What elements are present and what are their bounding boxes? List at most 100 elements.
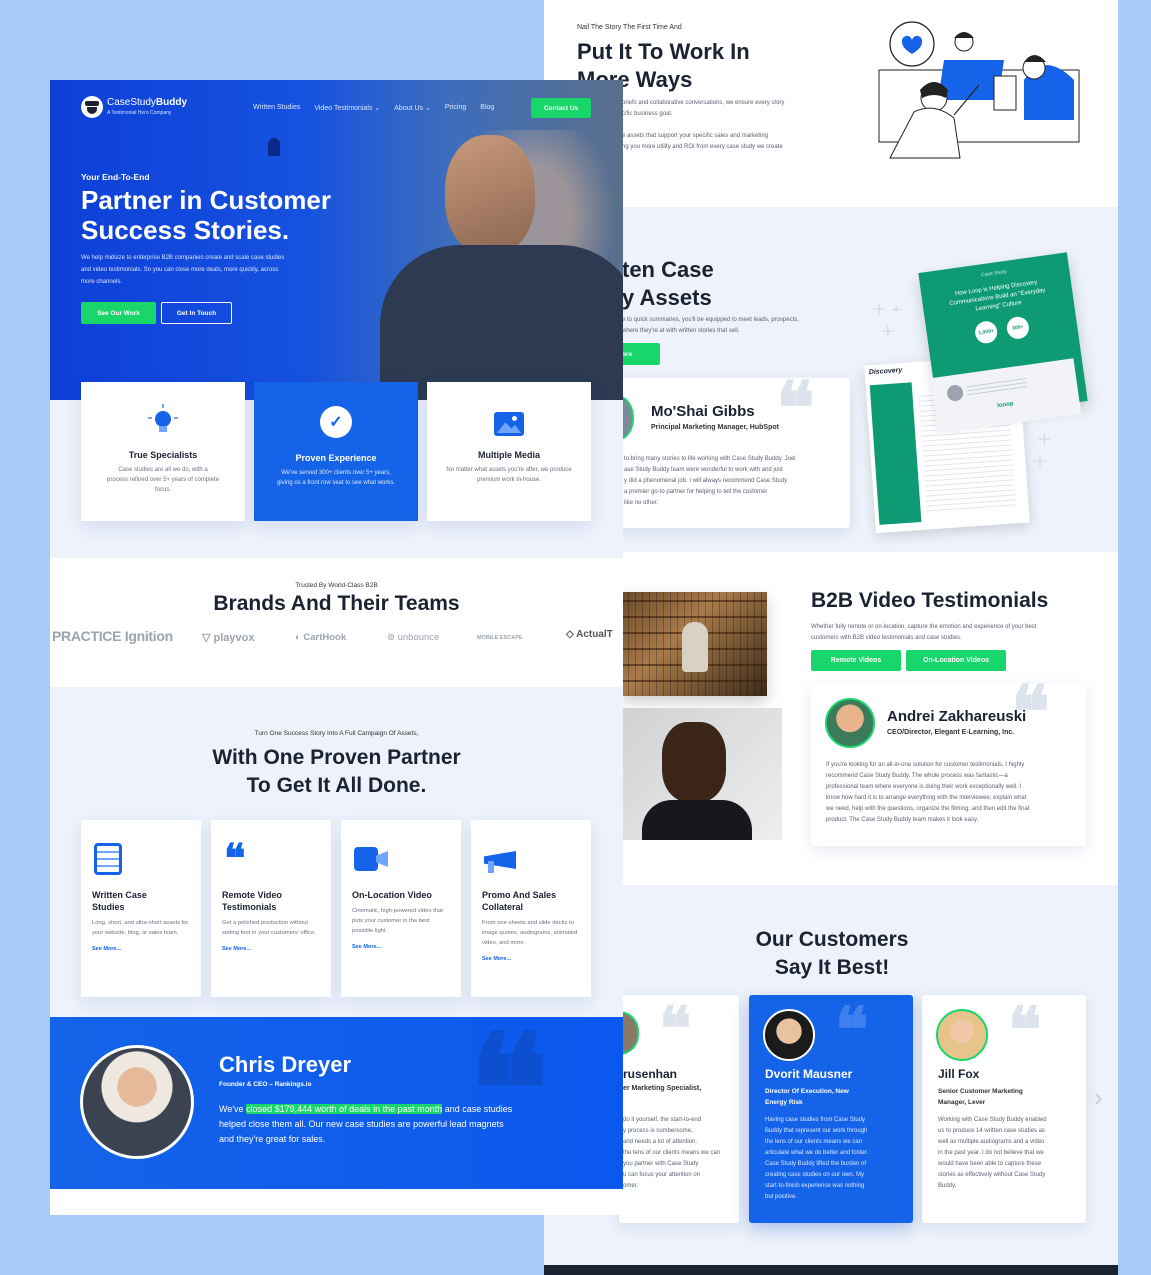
customer-2-name: Dvorit Mausner — [765, 1067, 853, 1081]
testimonial-banner: ❝ Chris Dreyer Founder & CEO – Rankings.… — [50, 1015, 623, 1189]
footer-strip — [544, 1265, 1118, 1275]
s2-quote-card: ❝ Mo'Shai Gibbs Principal Marketing Mana… — [604, 372, 850, 528]
contact-us-button[interactable]: Contact Us — [531, 98, 591, 118]
service-card-promo[interactable]: Promo And Sales Collateral From one-sheet… — [471, 820, 591, 997]
get-in-touch-button[interactable]: Get In Touch — [161, 302, 232, 324]
service-text: Long, short, and ultra-short assets for … — [92, 920, 189, 936]
logo-actual: ◇ ActualT — [566, 629, 613, 640]
services-title: With One Proven Partner To Get It All Don… — [212, 746, 461, 797]
hero-kicker: Your End-To-End — [81, 172, 150, 182]
andrei-avatar — [825, 698, 875, 748]
s3-quote-text: If you're looking for an all-in-one solu… — [826, 762, 1030, 823]
feature-title: True Specialists — [128, 450, 198, 460]
scroll-document-icon — [94, 843, 122, 875]
feature-card-specialists: True Specialists Case studies are all we… — [81, 382, 245, 521]
decor-plus-icons-2: ＋＋ — [1032, 432, 1053, 471]
service-card-onlocation[interactable]: On-Location Video Cinematic, high-powere… — [341, 820, 461, 997]
nav-pricing[interactable]: Pricing — [445, 104, 466, 112]
front-page-preview: CaseStudyBuddy A Testimonial Hero Compan… — [50, 80, 623, 1215]
service-title: Written Case Studies — [92, 890, 147, 912]
feature-text: Case studies are all we do, with a proce… — [107, 467, 219, 493]
s1-kicker: Nail The Story The First Time And — [577, 24, 682, 31]
customer-card-3: ❝ Jill Fox Senior Customer Marketing Mana… — [922, 995, 1086, 1223]
s2-text: e to quick summaries, you'll be equipped… — [622, 317, 799, 334]
customer-2-text: Having case studies from Case Study Buddy… — [765, 1117, 869, 1200]
hanging-lamp-icon — [268, 138, 280, 156]
nav-video-testimonials[interactable]: Video Testimonials ⌄ — [314, 104, 380, 112]
services-kicker: Turn One Success Story Into A Full Campa… — [254, 730, 419, 737]
portrait-photo — [622, 708, 782, 840]
feature-text: No matter what assets you're after, we p… — [446, 467, 572, 483]
logo-carthook: ◐ CartHook — [295, 632, 347, 643]
service-title: On-Location Video — [352, 890, 432, 900]
hero-person-head — [445, 135, 535, 255]
see-more-link[interactable]: See More... — [222, 946, 320, 952]
s2-title: ten Case y Assets — [622, 257, 714, 310]
s1-text: briefs and collaborative conversations, … — [622, 100, 785, 150]
nav-written-studies[interactable]: Written Studies — [253, 104, 300, 112]
s3-quote-role: CEO/Director, Elegant E-Learning, Inc. — [887, 729, 1015, 736]
hero-person-body — [380, 245, 623, 400]
feature-title: Multiple Media — [477, 450, 540, 460]
s2-quote-role: Principal Marketing Manager, HubSpot — [651, 424, 779, 431]
carousel-next-icon[interactable]: › — [1094, 1082, 1103, 1113]
brand-name[interactable]: CaseStudyBuddy — [107, 97, 187, 108]
decor-plus-icons: ＋ + ＋ — [871, 302, 901, 341]
see-more-link[interactable]: See More... — [352, 944, 450, 950]
lightbulb-icon — [148, 404, 178, 434]
customer-2-role: Director Of Execution, New Energy Risk — [765, 1088, 849, 1106]
s3-text: Whether fully remote or on-location, cap… — [811, 624, 1037, 641]
service-text: Cinematic, high-powered video that puts … — [352, 908, 443, 934]
quote-mark-icon: ❝ — [1008, 993, 1042, 1066]
feature-text: We've served 300+ clients over 5+ years,… — [276, 470, 396, 486]
service-text: Get a polished production without settin… — [222, 920, 316, 936]
on-location-videos-button[interactable]: On-Location Videos — [906, 650, 1006, 671]
service-card-written[interactable]: Written Case Studies Long, short, and ult… — [81, 820, 201, 997]
customer-1-text: do it yourself, the start-to-end y proces… — [623, 1117, 721, 1189]
logo-mobile-escape: MOBILE ESCAPE — [477, 635, 523, 641]
quote-highlight: closed $179,444 worth of deals in the pa… — [246, 1104, 443, 1114]
brand-tagline: A Testimonial Hero Company — [107, 110, 172, 116]
customer-3-text: Working with Case Study Buddy enabled us … — [938, 1117, 1047, 1189]
logo-unbounce: ⊚ unbounce — [387, 632, 440, 643]
logo-playvox: ▽ playvox — [202, 632, 255, 644]
feature-title: Proven Experience — [295, 453, 377, 463]
megaphone-icon — [484, 845, 518, 873]
customer-3-name: Jill Fox — [938, 1067, 980, 1081]
chris-avatar — [80, 1045, 194, 1159]
hero-title: Partner in Customer Success Stories. — [81, 185, 331, 245]
customer-card-2: ❝ Dvorit Mausner Director Of Execution, … — [749, 995, 913, 1223]
s4-title: Our Customers Say It Best! — [755, 928, 909, 979]
background-page-preview: Nail The Story The First Time And Put It… — [544, 0, 1118, 1275]
customer-card-1: ❝ rusenhan er Marketing Specialist, do i… — [619, 995, 739, 1223]
feature-card-media: Multiple Media No matter what assets you… — [427, 382, 591, 521]
remote-videos-button[interactable]: Remote Videos — [811, 650, 901, 671]
hero-subtitle: We help midsize to enterprise B2B compan… — [81, 255, 285, 285]
customer-1-name: rusenhan — [623, 1067, 678, 1081]
nav-blog[interactable]: Blog — [480, 104, 494, 112]
feature-card-experience: ✓ Proven Experience We've served 300+ cl… — [254, 382, 418, 521]
testimonial-name: Chris Dreyer — [219, 1052, 352, 1077]
service-card-remote[interactable]: ❝ Remote Video Testimonials Get a polishe… — [211, 820, 331, 997]
brand-logo-icon[interactable] — [81, 96, 103, 118]
s3-title: B2B Video Testimonials — [811, 589, 1049, 612]
video-camera-icon — [354, 847, 388, 871]
testimonial-quote: We've closed $179,444 worth of deals in … — [219, 1104, 513, 1144]
collaboration-illustration — [878, 21, 1080, 159]
brands-kicker: Trusted By World-Class B2B — [295, 582, 378, 589]
jill-avatar — [936, 1009, 988, 1061]
service-title: Remote Video Testimonials — [222, 890, 282, 912]
s3-quote-card: ❝ Andrei Zakhareuski CEO/Director, Elega… — [811, 676, 1086, 846]
quote-mark-icon: ❝ — [835, 993, 869, 1066]
s3-quote-name: Andrei Zakhareuski — [887, 708, 1027, 725]
main-nav: Written Studies Video Testimonials ⌄ Abo… — [253, 104, 508, 112]
see-more-link[interactable]: See More... — [482, 956, 580, 962]
nav-about-us[interactable]: About Us ⌄ — [394, 104, 431, 112]
see-our-work-button[interactable]: See Our Work — [81, 302, 156, 324]
s2-quote-text: to bring many stories to life working wi… — [624, 456, 796, 506]
service-text: From one-sheets and slide decks to image… — [482, 920, 578, 946]
see-more-link[interactable]: See More... — [92, 946, 190, 952]
hero-section: CaseStudyBuddy A Testimonial Hero Compan… — [50, 80, 623, 400]
customer-1-role: er Marketing Specialist, — [623, 1085, 702, 1092]
library-photo — [622, 592, 767, 696]
